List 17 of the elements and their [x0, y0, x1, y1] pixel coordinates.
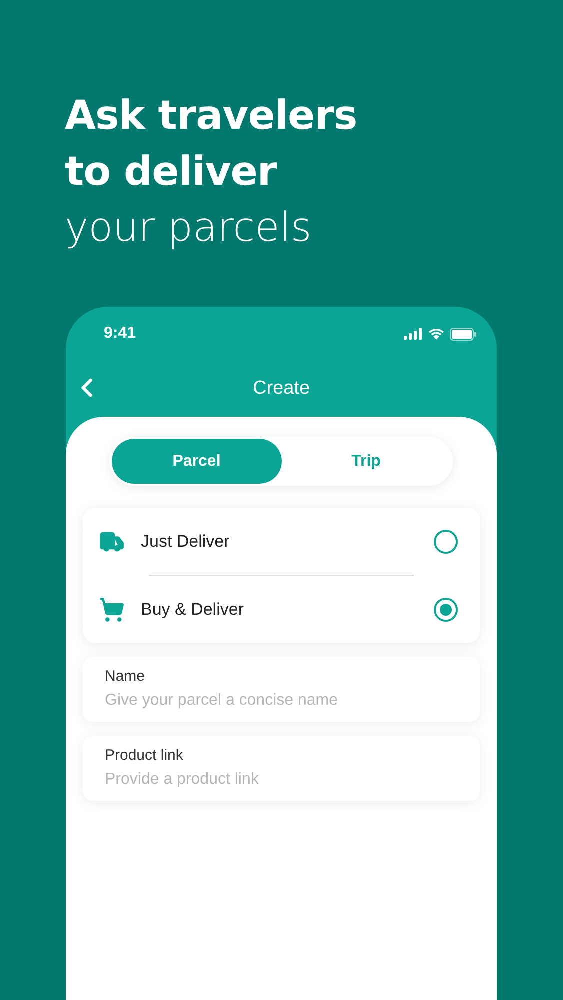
status-time: 9:41 [104, 325, 136, 343]
headline-text: Ask travelers [65, 92, 358, 141]
field-label: Name [105, 668, 146, 685]
option-label: Buy & Deliver [141, 600, 245, 620]
battery-icon [450, 328, 477, 340]
tab[interactable]: Trip [282, 439, 451, 484]
radio-button[interactable] [434, 598, 458, 622]
field-label: Product link [105, 747, 184, 764]
wifi-icon [428, 328, 445, 340]
screen-title: Create [252, 378, 310, 400]
radio-button[interactable] [434, 530, 458, 554]
option-label: Just Deliver [141, 532, 231, 552]
headline-text: to deliver [65, 148, 277, 197]
headline-text: your parcels [65, 204, 312, 253]
cart-icon [99, 596, 125, 622]
tab[interactable]: Parcel [112, 439, 282, 484]
signal-icon [404, 328, 423, 340]
